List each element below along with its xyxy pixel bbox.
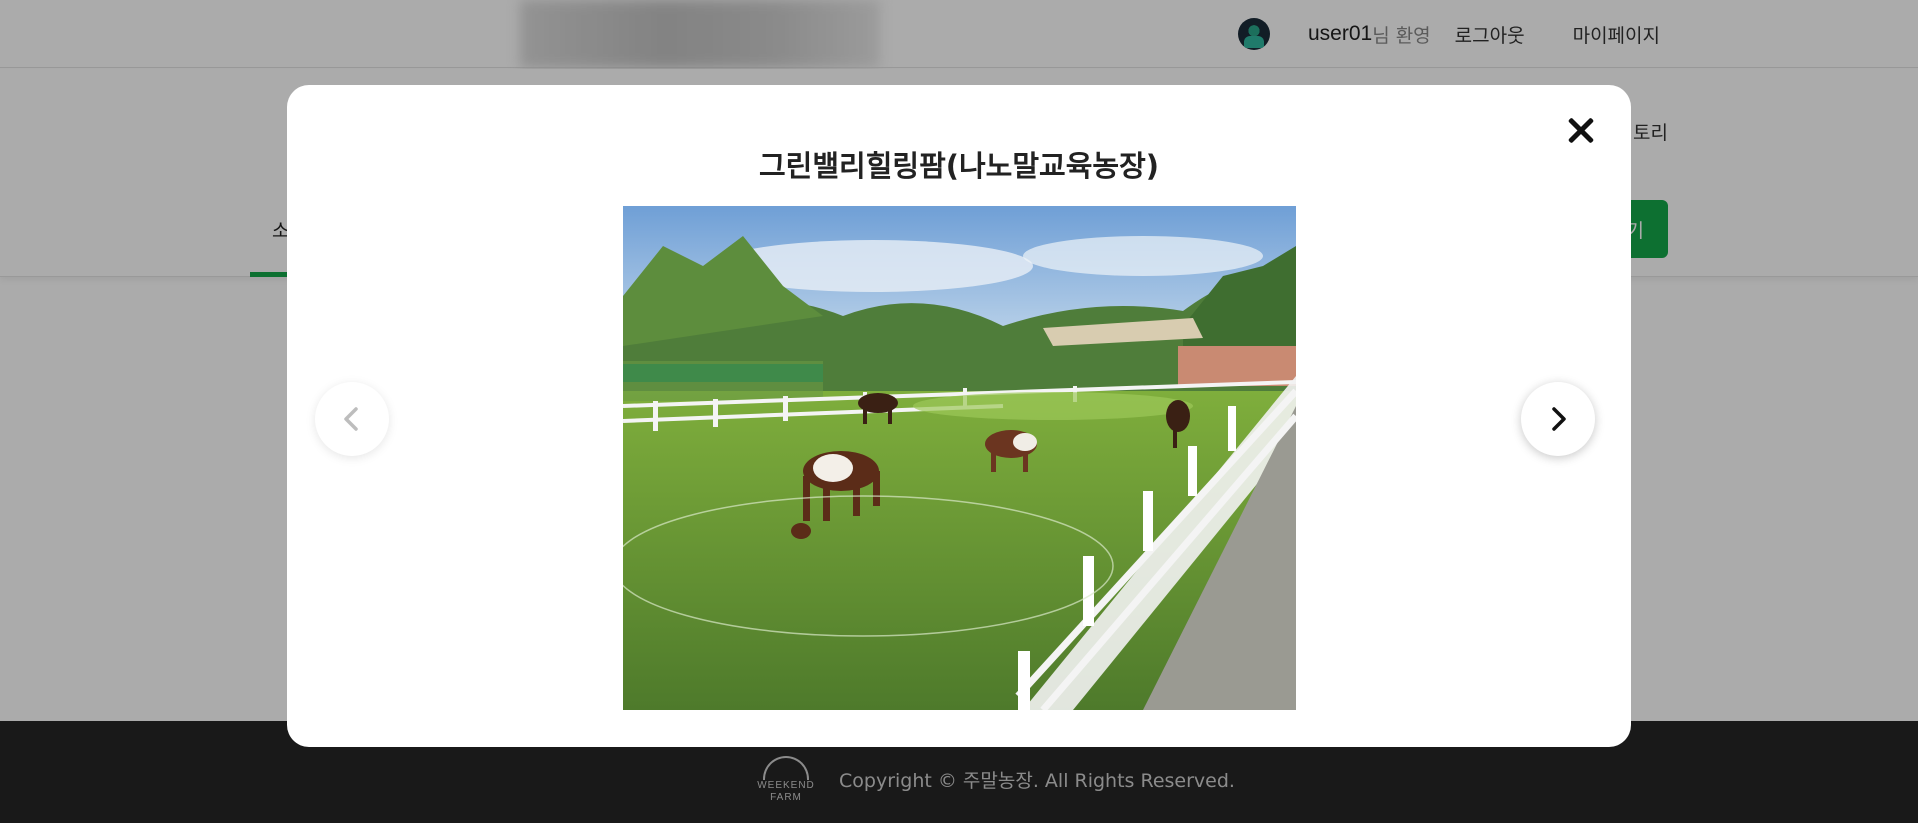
farm-photo — [623, 206, 1296, 710]
chevron-right-icon — [1552, 407, 1566, 431]
prev-image-button[interactable] — [315, 382, 389, 456]
modal-title: 그린밸리힐링팜(나노말교육농장) — [758, 149, 1160, 183]
image-modal: 그린밸리힐링팜(나노말교육농장) — [287, 85, 1631, 747]
next-image-button[interactable] — [1521, 382, 1595, 456]
close-icon[interactable] — [1561, 111, 1601, 151]
chevron-left-icon — [344, 407, 358, 431]
horses-paddock-image — [623, 206, 1296, 710]
